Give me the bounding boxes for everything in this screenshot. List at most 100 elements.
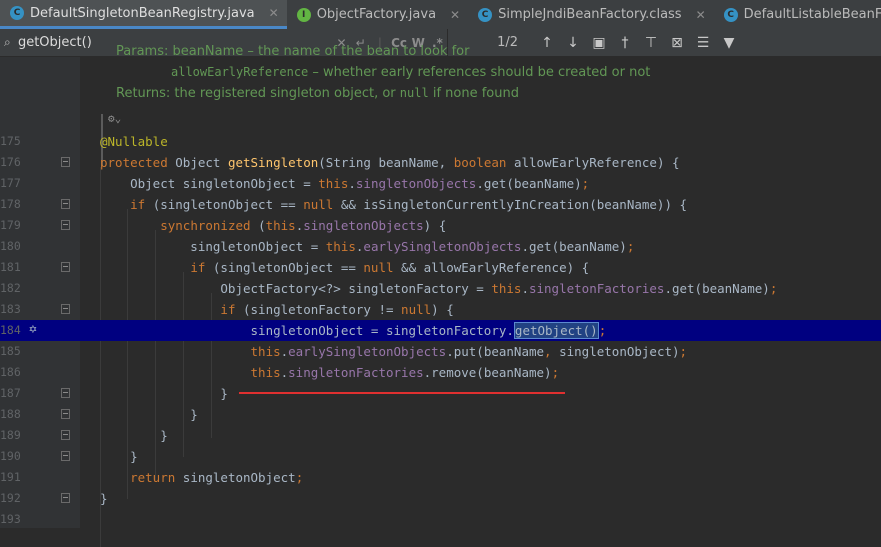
close-icon[interactable]: ✕ — [696, 8, 706, 22]
fold-marker-icon[interactable] — [61, 262, 70, 272]
filter-icon[interactable]: ▼ — [716, 35, 742, 51]
tab-label: DefaultListableBeanFactory.class — [743, 7, 881, 22]
code-line[interactable]: 191 return singletonObject; — [0, 467, 881, 488]
class-icon: C — [723, 7, 738, 22]
code-text[interactable]: @Nullable — [100, 131, 168, 152]
tab-simplejndibeanfactory[interactable]: C SimpleJndiBeanFactory.class ✕ — [468, 0, 714, 29]
fold-marker-icon[interactable] — [61, 430, 70, 440]
code-text[interactable]: if (singletonObject == null && allowEarl… — [100, 257, 589, 278]
line-number[interactable]: 193 — [0, 509, 21, 530]
doc-returns-null: null — [399, 86, 429, 100]
fold-marker-icon[interactable] — [61, 388, 70, 398]
code-line[interactable]: 180 singletonObject = this.earlySingleto… — [0, 236, 881, 257]
select-all-occurrences-icon[interactable]: ▣ — [586, 35, 612, 51]
line-number[interactable]: 183 — [0, 299, 21, 320]
code-text[interactable]: singletonObject = this.earlySingletonObj… — [100, 236, 634, 257]
code-line[interactable]: 175 @Nullable — [0, 131, 881, 152]
fold-marker-icon[interactable] — [61, 157, 70, 167]
code-text[interactable]: } — [100, 446, 138, 467]
doc-early-ref-line: allowEarlyReference – whether early refe… — [171, 65, 650, 80]
tab-defaultlistablebeanfactory[interactable]: C DefaultListableBeanFactory.class ✕ — [714, 0, 881, 29]
line-number[interactable]: 191 — [0, 467, 21, 488]
search-icon[interactable]: ⌕ — [4, 35, 18, 50]
tab-label: SimpleJndiBeanFactory.class — [498, 7, 682, 22]
fold-marker-icon[interactable] — [61, 451, 70, 461]
code-text[interactable]: ObjectFactory<?> singletonFactory = this… — [100, 278, 777, 299]
code-text[interactable]: if (singletonObject == null && isSinglet… — [100, 194, 687, 215]
reader-mode-toggle-icon[interactable]: ⚙⌄ — [108, 112, 121, 125]
code-text[interactable]: this.earlySingletonObjects.put(beanName,… — [100, 341, 688, 362]
arrow-down-icon[interactable]: ↓ — [560, 35, 586, 51]
code-line[interactable]: 192} — [0, 488, 881, 509]
close-icon[interactable]: ✕ — [269, 6, 279, 20]
code-text[interactable]: if (singletonFactory != null) { — [100, 299, 453, 320]
code-editor[interactable]: Params: beanName – the name of the bean … — [0, 44, 881, 547]
line-number[interactable]: 180 — [0, 236, 21, 257]
settings-icon[interactable]: ☰ — [690, 35, 716, 51]
class-icon: C — [478, 7, 493, 22]
line-number[interactable]: 178 — [0, 194, 21, 215]
code-line[interactable]: 178 if (singletonObject == null && isSin… — [0, 194, 881, 215]
doc-params-line: Params: beanName – the name of the bean … — [116, 44, 470, 59]
tab-defaultsingletonbeanregistry[interactable]: C DefaultSingletonBeanRegistry.java ✕ — [0, 0, 287, 29]
line-number[interactable]: 188 — [0, 404, 21, 425]
code-line[interactable]: 190 } — [0, 446, 881, 467]
line-number[interactable]: 190 — [0, 446, 21, 467]
add-selection-icon[interactable]: † — [612, 35, 638, 51]
code-text[interactable]: Object singletonObject = this.singletonO… — [100, 173, 589, 194]
remove-selection-icon[interactable]: ⊤ — [638, 35, 664, 51]
doc-returns-line: Returns: the registered singleton object… — [116, 86, 519, 101]
code-text[interactable]: singletonObject = singletonFactory.getOb… — [100, 320, 606, 341]
doc-returns-prefix: Returns: the registered singleton object… — [116, 86, 400, 101]
interface-icon: I — [296, 7, 311, 22]
line-number[interactable]: 187 — [0, 383, 21, 404]
code-text[interactable]: } — [100, 383, 228, 404]
execution-point-icon[interactable]: ✡ — [29, 323, 43, 337]
close-icon[interactable]: ✕ — [450, 8, 460, 22]
code-line[interactable]: 188 } — [0, 404, 881, 425]
code-text[interactable]: this.singletonFactories.remove(beanName)… — [100, 362, 560, 383]
code-line[interactable]: 189 } — [0, 425, 881, 446]
code-line[interactable]: 177 Object singletonObject = this.single… — [0, 173, 881, 194]
code-text[interactable]: } — [100, 488, 108, 509]
line-number[interactable]: 185 — [0, 341, 21, 362]
line-number[interactable]: 175 — [0, 131, 21, 152]
code-text[interactable]: } — [100, 404, 198, 425]
fold-marker-icon[interactable] — [61, 304, 70, 314]
code-text[interactable]: synchronized (this.singletonObjects) { — [100, 215, 446, 236]
code-text[interactable]: } — [100, 425, 168, 446]
doc-returns-suffix: if none found — [428, 86, 519, 101]
code-text[interactable]: return singletonObject; — [100, 467, 303, 488]
editor-tab-bar: C DefaultSingletonBeanRegistry.java ✕ I … — [0, 0, 881, 30]
line-number[interactable]: 186 — [0, 362, 21, 383]
code-line[interactable]: 181 if (singletonObject == null && allow… — [0, 257, 881, 278]
code-line[interactable]: 176 protected Object getSingleton(String … — [0, 152, 881, 173]
code-line[interactable]: 183 if (singletonFactory != null) { — [0, 299, 881, 320]
fold-marker-icon[interactable] — [61, 220, 70, 230]
line-number[interactable]: 179 — [0, 215, 21, 236]
code-line[interactable]: 193 — [0, 509, 881, 530]
line-number[interactable]: 192 — [0, 488, 21, 509]
fold-marker-icon[interactable] — [61, 199, 70, 209]
line-number[interactable]: 184 — [0, 320, 21, 341]
current-execution-line[interactable]: ✡ 184 singletonObject = singletonFactory.… — [0, 320, 881, 341]
line-number[interactable]: 182 — [0, 278, 21, 299]
code-text[interactable]: protected Object getSingleton(String bea… — [100, 152, 680, 173]
code-line[interactable]: 186 this.singletonFactories.remove(beanN… — [0, 362, 881, 383]
line-number[interactable]: 177 — [0, 173, 21, 194]
line-number[interactable]: 176 — [0, 152, 21, 173]
code-line[interactable]: 185 this.earlySingletonObjects.put(beanN… — [0, 341, 881, 362]
red-underline-annotation — [239, 392, 565, 394]
class-icon: C — [10, 6, 24, 20]
line-number[interactable]: 181 — [0, 257, 21, 278]
line-number[interactable]: 189 — [0, 425, 21, 446]
tab-label: DefaultSingletonBeanRegistry.java — [30, 5, 255, 21]
code-line[interactable]: 179 synchronized (this.singletonObjects)… — [0, 215, 881, 236]
arrow-up-icon[interactable]: ↑ — [534, 35, 560, 51]
fold-marker-icon[interactable] — [61, 409, 70, 419]
select-all-matches-icon[interactable]: ⊠ — [664, 35, 690, 51]
tab-label: ObjectFactory.java — [316, 7, 437, 22]
fold-marker-icon[interactable] — [61, 493, 70, 503]
tab-objectfactory[interactable]: I ObjectFactory.java ✕ — [287, 0, 468, 29]
code-line[interactable]: 182 ObjectFactory<?> singletonFactory = … — [0, 278, 881, 299]
